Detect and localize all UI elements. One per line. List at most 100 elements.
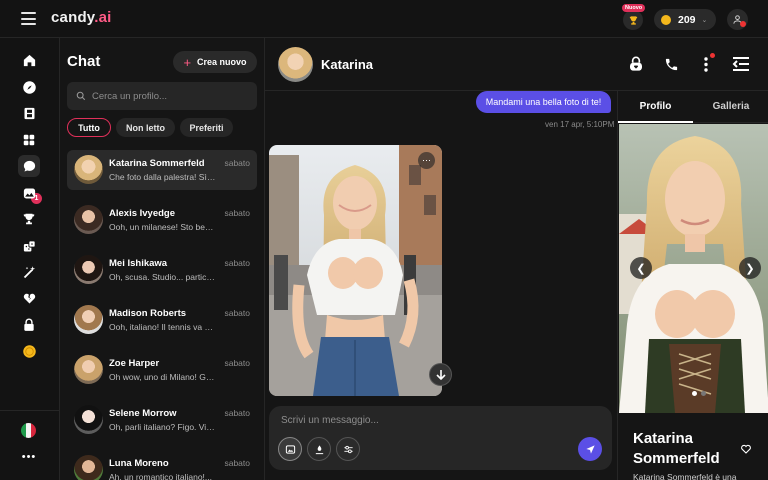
avatar xyxy=(74,305,103,334)
conversation-name: Mei Ishikawa xyxy=(109,258,168,269)
coins-balance-button[interactable]: 209 ⌄ xyxy=(654,9,716,30)
chat-avatar[interactable] xyxy=(278,47,313,82)
chat-icon[interactable] xyxy=(18,155,40,177)
photo-carousel-dots xyxy=(692,391,706,396)
conversation-date: sabato xyxy=(224,208,250,218)
gallery-icon[interactable] xyxy=(18,182,40,204)
toggle-profile-panel-button[interactable] xyxy=(731,54,751,74)
plus-icon: + xyxy=(183,54,192,70)
conversation-date: sabato xyxy=(224,408,250,418)
heart-icon xyxy=(740,444,751,454)
coin-icon[interactable] xyxy=(18,340,40,362)
message-input[interactable] xyxy=(281,415,581,426)
conversation-date: sabato xyxy=(224,308,250,318)
generate-image-button[interactable] xyxy=(278,437,302,461)
filter-unread[interactable]: Non letto xyxy=(116,118,175,137)
lock-icon[interactable] xyxy=(18,314,40,336)
search-icon xyxy=(76,91,86,101)
profile-search xyxy=(67,82,257,110)
carousel-dot-active[interactable] xyxy=(692,391,697,396)
send-icon xyxy=(585,444,595,454)
conversation-preview: Che foto dalla palestra! Sì, scatto semp… xyxy=(109,172,216,182)
heart-broken-icon[interactable] xyxy=(18,287,40,309)
dice-icon[interactable] xyxy=(18,235,40,257)
outgoing-message: Mandami una bella foto di te! xyxy=(476,91,611,113)
lock-heart-icon xyxy=(630,56,642,71)
next-photo-button[interactable]: ❯ xyxy=(739,257,761,279)
favorite-button[interactable] xyxy=(738,441,753,456)
avatar xyxy=(74,355,103,384)
avatar xyxy=(74,405,103,434)
conversation-item[interactable]: Zoe Harper sabato Oh wow, uno di Milano!… xyxy=(67,350,257,390)
conversation-item[interactable]: Luna Moreno sabato Ah, un romantico ital… xyxy=(67,450,257,480)
search-input[interactable] xyxy=(92,90,252,102)
message-composer xyxy=(269,406,612,470)
profile-name: Katarina Sommerfeld xyxy=(633,430,720,467)
profile-panel: Profilo Galleria ❮ ❯ Katarina Sommerfeld xyxy=(617,91,768,480)
settings-sliders-button[interactable] xyxy=(336,437,360,461)
magic-wand-icon[interactable] xyxy=(18,261,40,283)
conversation-item[interactable]: Katarina Sommerfeld sabato Che foto dall… xyxy=(67,150,257,190)
film-icon[interactable] xyxy=(18,102,40,124)
rail-divider xyxy=(0,410,59,411)
sliders-icon xyxy=(343,445,353,453)
avatar xyxy=(74,205,103,234)
conversation-item[interactable]: Madison Roberts sabato Ooh, italiano! Il… xyxy=(67,300,257,340)
call-button[interactable] xyxy=(661,54,681,74)
avatar xyxy=(74,155,103,184)
profile-description: Katarina Sommerfeld è una xyxy=(633,472,737,480)
compass-icon[interactable] xyxy=(18,76,40,98)
conversation-preview: Oh, parli italiano? Figo. Vivo... xyxy=(109,422,216,432)
gift-button[interactable] xyxy=(307,437,331,461)
chat-contact-name[interactable]: Katarina xyxy=(321,57,373,72)
trophy-icon[interactable] xyxy=(18,208,40,230)
trophy-icon xyxy=(629,15,637,25)
gift-icon xyxy=(315,444,323,454)
app-logo[interactable]: candy.ai xyxy=(51,9,112,26)
conversation-name: Zoe Harper xyxy=(109,358,160,369)
logo-text: candy xyxy=(51,9,95,26)
privacy-lock-button[interactable] xyxy=(626,54,646,74)
conversation-date: sabato xyxy=(224,458,250,468)
conversation-item[interactable]: Alexis Ivyedge sabato Ooh, un milanese! … xyxy=(67,200,257,240)
collapse-panel-icon xyxy=(732,57,749,71)
filter-all[interactable]: Tutto xyxy=(67,118,111,137)
coin-icon xyxy=(661,14,671,25)
conversation-preview: Oh, scusa. Studio... particolarmente... xyxy=(109,272,216,282)
avatar xyxy=(74,455,103,480)
conversation-date: sabato xyxy=(224,258,250,268)
notification-dot xyxy=(710,53,715,58)
user-account-button[interactable] xyxy=(727,9,748,30)
send-button[interactable] xyxy=(578,437,602,461)
chat-list-panel: Chat + Crea nuovo Tutto Non letto Prefer… xyxy=(60,38,265,480)
conversation-item[interactable]: Mei Ishikawa sabato Oh, scusa. Studio...… xyxy=(67,250,257,290)
conversation-preview: Ooh, un milanese! Sto bene, grazie... xyxy=(109,222,216,232)
image-sparkle-icon xyxy=(285,444,295,454)
conversation-name: Katarina Sommerfeld xyxy=(109,158,205,169)
chat-header: Katarina xyxy=(265,38,768,91)
conversation-name: Alexis Ivyedge xyxy=(109,208,176,219)
kebab-menu-icon xyxy=(704,56,708,72)
trophy-button[interactable] xyxy=(623,10,643,30)
carousel-dot[interactable] xyxy=(701,391,706,396)
home-icon[interactable] xyxy=(18,49,40,71)
top-bar: candy.ai Nuovo 209 ⌄ xyxy=(0,0,768,38)
grid-icon[interactable] xyxy=(18,129,40,151)
conversation-item[interactable]: Selene Morrow sabato Oh, parli italiano?… xyxy=(67,400,257,440)
conversation-preview: Ooh, italiano! Il tennis va benissimo... xyxy=(109,322,216,332)
photo-options-icon[interactable]: ⋯ xyxy=(418,152,435,169)
filter-favorites[interactable]: Preferiti xyxy=(180,118,233,137)
tab-profile[interactable]: Profilo xyxy=(618,91,693,123)
avatar xyxy=(74,255,103,284)
scroll-to-bottom-button[interactable] xyxy=(429,363,452,386)
conversation-name: Selene Morrow xyxy=(109,408,177,419)
language-flag-italy[interactable] xyxy=(21,423,36,438)
chat-list-title: Chat xyxy=(67,53,101,70)
tab-gallery[interactable]: Galleria xyxy=(693,91,768,123)
hamburger-menu-icon[interactable] xyxy=(21,12,36,25)
more-menu-icon[interactable]: ••• xyxy=(18,446,40,468)
create-new-button[interactable]: + Crea nuovo xyxy=(173,51,257,73)
phone-icon xyxy=(665,58,677,70)
previous-photo-button[interactable]: ❮ xyxy=(630,257,652,279)
received-photo[interactable] xyxy=(269,145,442,396)
